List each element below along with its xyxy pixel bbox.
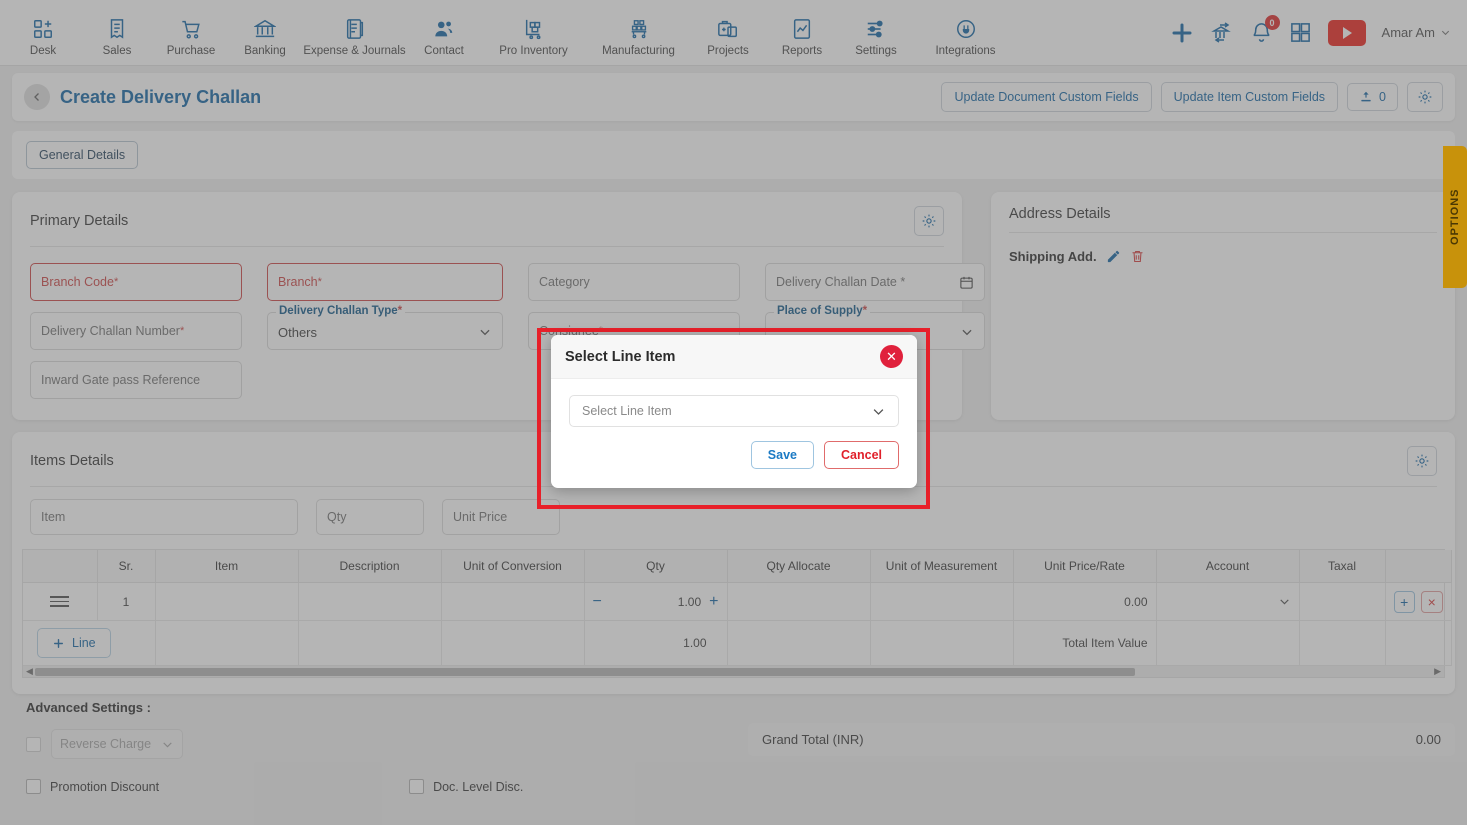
modal-body: Select Line Item: [551, 379, 917, 427]
modal-footer: Save Cancel: [551, 427, 917, 469]
chevron-down-icon[interactable]: [871, 404, 886, 419]
select-line-item-dropdown[interactable]: Select Line Item: [569, 395, 899, 427]
modal-title: Select Line Item: [565, 348, 676, 365]
modal-header: Select Line Item ✕: [551, 335, 917, 379]
close-icon[interactable]: ✕: [880, 345, 903, 368]
select-line-item-placeholder: Select Line Item: [582, 404, 672, 418]
app-root: Desk Sales Purchase Banking Expense & Jo…: [0, 0, 1467, 825]
select-line-item-modal: Select Line Item ✕ Select Line Item Save…: [551, 335, 917, 488]
modal-save-button[interactable]: Save: [750, 441, 814, 469]
modal-cancel-button[interactable]: Cancel: [824, 441, 899, 469]
options-side-tab[interactable]: OPTIONS: [1443, 146, 1467, 288]
